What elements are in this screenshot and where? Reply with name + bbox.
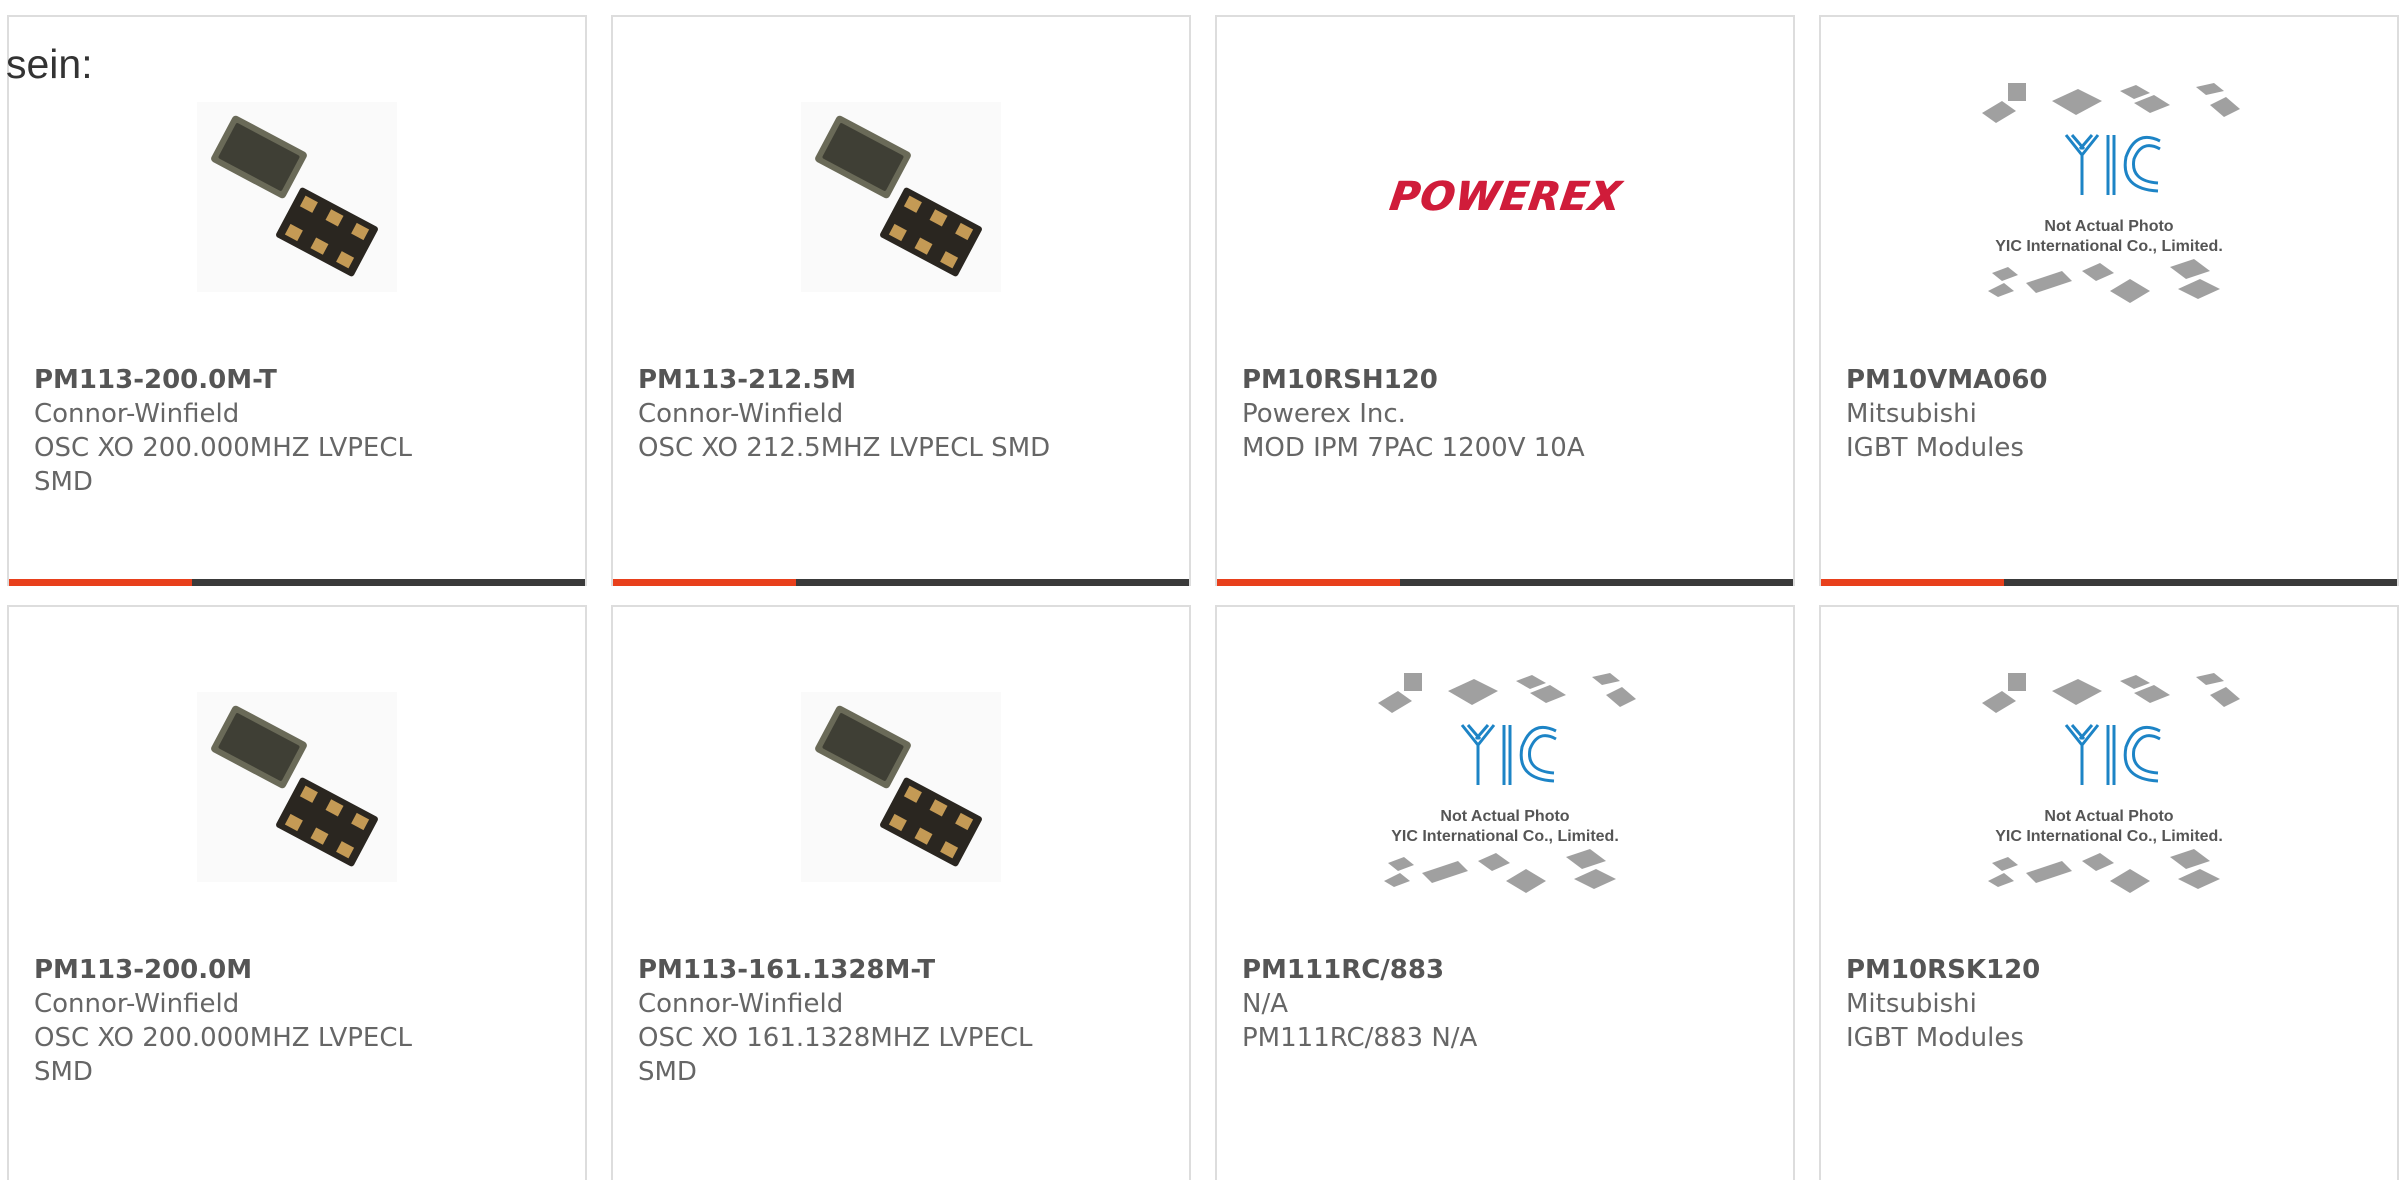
crystal-oscillator-icon: [801, 101, 1001, 292]
manufacturer-name: Connor-Winfield: [34, 399, 240, 429]
product-info: PM111RC/883 N/A PM111RC/883 N/A: [1242, 953, 1768, 1055]
product-card[interactable]: Not Actual Photo YIC International Co., …: [1819, 15, 2399, 586]
product-card[interactable]: PM113-212.5M Connor-Winfield OSC XO 212.…: [611, 15, 1191, 586]
product-description: IGBT Modules: [1846, 1023, 2024, 1053]
card-accent: [613, 579, 796, 586]
product-image[interactable]: Not Actual Photo YIC International Co., …: [1821, 672, 2397, 894]
product-info: PM10VMA060 Mitsubishi IGBT Modules: [1846, 363, 2372, 465]
svg-text:YIC International Co., Limited: YIC International Co., Limited.: [1391, 828, 1619, 845]
manufacturer-name: Connor-Winfield: [34, 989, 240, 1019]
product-info: PM113-200.0M-T Connor-Winfield OSC XO 20…: [34, 363, 560, 499]
product-image[interactable]: [9, 89, 585, 304]
svg-text:Not Actual Photo: Not Actual Photo: [1440, 808, 1569, 825]
product-description: OSC XO 161.1328MHZ LVPECL SMD: [638, 1023, 1033, 1087]
svg-text:YIC International Co., Limited: YIC International Co., Limited.: [1995, 238, 2223, 255]
svg-text:Not Actual Photo: Not Actual Photo: [2044, 218, 2173, 235]
product-card[interactable]: POWEREX PM10RSH120 Powerex Inc. MOD IPM …: [1215, 15, 1795, 586]
product-image[interactable]: [613, 89, 1189, 304]
product-description: IGBT Modules: [1846, 433, 2024, 463]
manufacturer-name: Connor-Winfield: [638, 989, 844, 1019]
product-image[interactable]: POWEREX: [1217, 89, 1793, 304]
crystal-oscillator-icon: [801, 691, 1001, 882]
svg-text:YIC International Co., Limited: YIC International Co., Limited.: [1995, 828, 2223, 845]
part-number-link[interactable]: PM10RSH120: [1242, 363, 1768, 397]
yic-placeholder-icon: Not Actual Photo YIC International Co., …: [1982, 672, 2240, 893]
part-number-link[interactable]: PM113-200.0M-T: [34, 363, 560, 397]
product-info: PM10RSH120 Powerex Inc. MOD IPM 7PAC 120…: [1242, 363, 1768, 465]
part-number-link[interactable]: PM111RC/883: [1242, 953, 1768, 987]
product-image[interactable]: Not Actual Photo YIC International Co., …: [1821, 82, 2397, 304]
card-bottom-bar: [1821, 579, 2397, 586]
crystal-oscillator-icon: [197, 101, 397, 292]
product-description: OSC XO 212.5MHZ LVPECL SMD: [638, 433, 1051, 463]
product-description: MOD IPM 7PAC 1200V 10A: [1242, 433, 1585, 463]
product-card[interactable]: PM113-161.1328M-T Connor-Winfield OSC XO…: [611, 605, 1191, 1180]
yic-placeholder-icon: Not Actual Photo YIC International Co., …: [1378, 672, 1636, 893]
product-image[interactable]: Not Actual Photo YIC International Co., …: [1217, 672, 1793, 894]
svg-text:Not Actual Photo: Not Actual Photo: [2044, 808, 2173, 825]
card-accent: [9, 579, 192, 586]
card-bottom-bar: [613, 579, 1189, 586]
manufacturer-name: N/A: [1242, 989, 1288, 1019]
product-card[interactable]: Not Actual Photo YIC International Co., …: [1215, 605, 1795, 1180]
product-description: OSC XO 200.000MHZ LVPECL SMD: [34, 1023, 413, 1087]
part-number-link[interactable]: PM113-200.0M: [34, 953, 560, 987]
page-heading-fragment: sein:: [6, 41, 93, 87]
card-accent: [1217, 579, 1400, 586]
manufacturer-name: Connor-Winfield: [638, 399, 844, 429]
product-card[interactable]: Not Actual Photo YIC International Co., …: [1819, 605, 2399, 1180]
product-card[interactable]: PM113-200.0M-T Connor-Winfield OSC XO 20…: [7, 15, 587, 586]
product-info: PM10RSK120 Mitsubishi IGBT Modules: [1846, 953, 2372, 1055]
product-info: PM113-212.5M Connor-Winfield OSC XO 212.…: [638, 363, 1164, 465]
card-accent: [1821, 579, 2004, 586]
crystal-oscillator-icon: [197, 691, 397, 882]
manufacturer-name: Mitsubishi: [1846, 399, 1977, 429]
card-bottom-bar: [1217, 579, 1793, 586]
product-description: OSC XO 200.000MHZ LVPECL SMD: [34, 433, 413, 497]
powerex-logo: POWEREX: [1386, 173, 1624, 220]
manufacturer-name: Powerex Inc.: [1242, 399, 1406, 429]
product-description: PM111RC/883 N/A: [1242, 1023, 1478, 1053]
part-number-link[interactable]: PM10RSK120: [1846, 953, 2372, 987]
part-number-link[interactable]: PM10VMA060: [1846, 363, 2372, 397]
product-info: PM113-200.0M Connor-Winfield OSC XO 200.…: [34, 953, 560, 1089]
manufacturer-name: Mitsubishi: [1846, 989, 1977, 1019]
product-info: PM113-161.1328M-T Connor-Winfield OSC XO…: [638, 953, 1164, 1089]
part-number-link[interactable]: PM113-161.1328M-T: [638, 953, 1164, 987]
part-number-link[interactable]: PM113-212.5M: [638, 363, 1164, 397]
product-image[interactable]: [9, 679, 585, 894]
product-image[interactable]: [613, 679, 1189, 894]
card-bottom-bar: [9, 579, 585, 586]
yic-placeholder-icon: Not Actual Photo YIC International Co., …: [1982, 82, 2240, 303]
product-card[interactable]: PM113-200.0M Connor-Winfield OSC XO 200.…: [7, 605, 587, 1180]
